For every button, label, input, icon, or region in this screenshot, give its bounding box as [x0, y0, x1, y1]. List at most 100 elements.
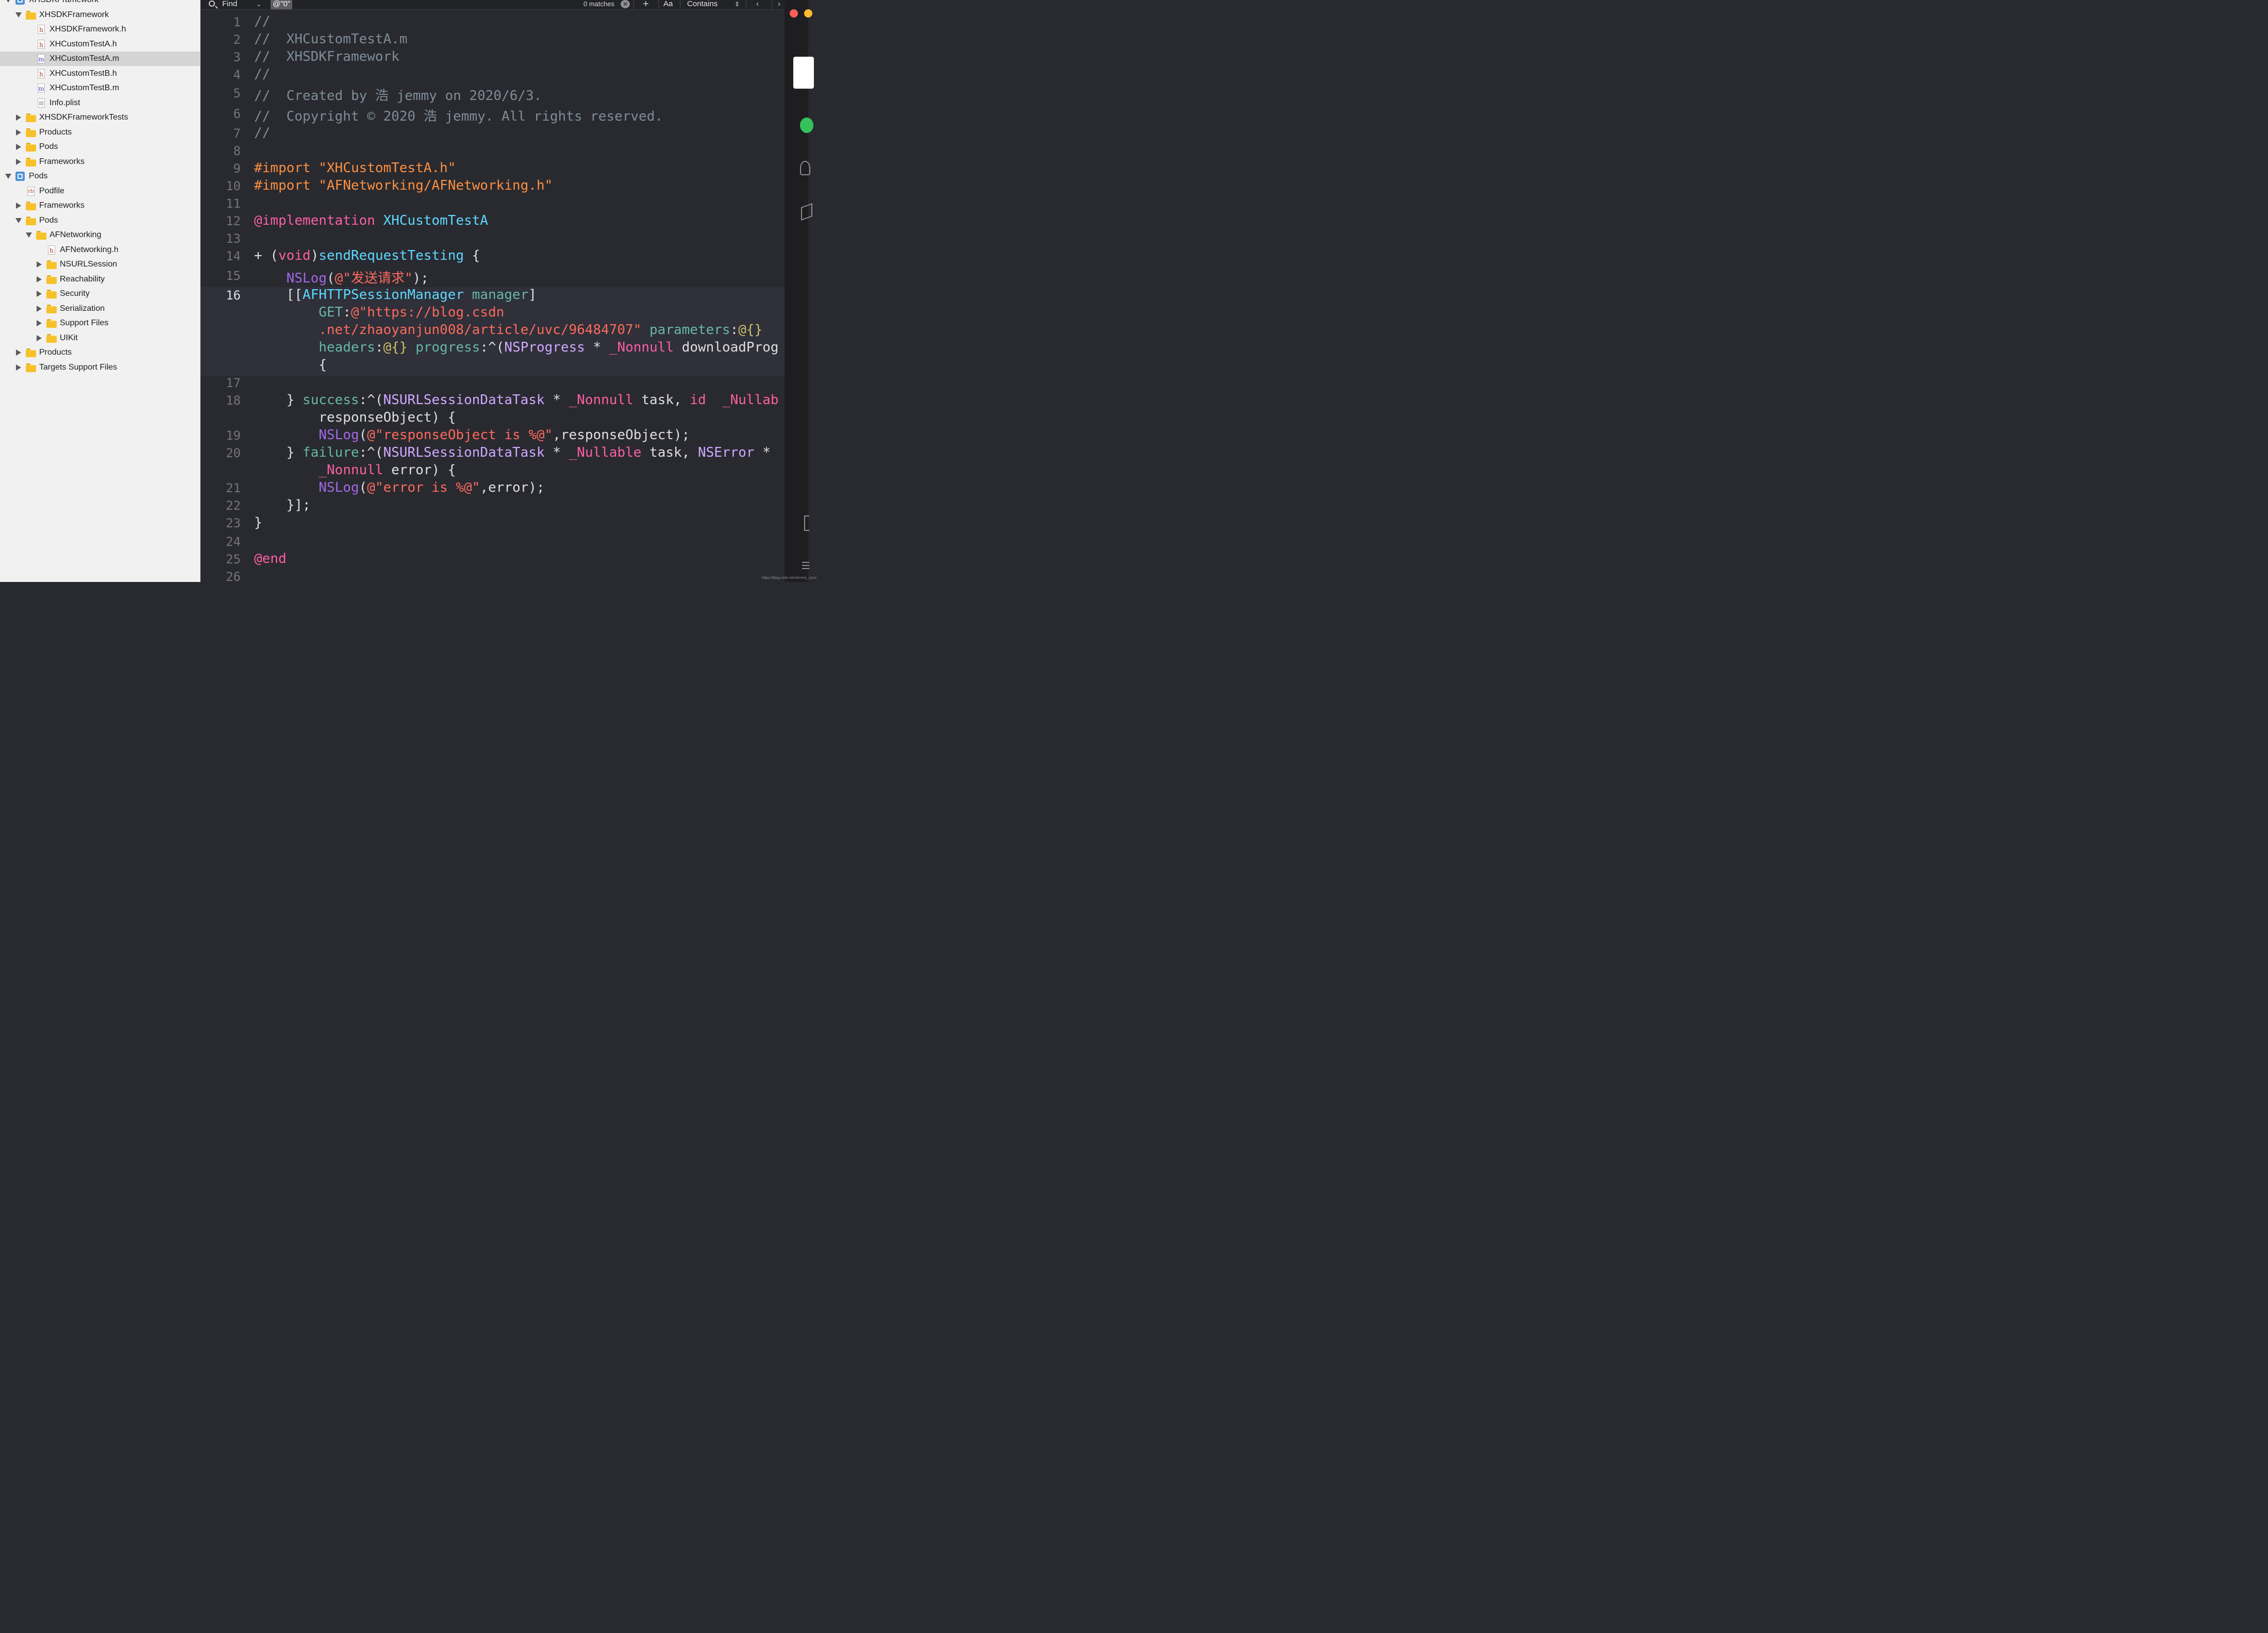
- code-line[interactable]: #import "AFNetworking/AFNetworking.h": [254, 178, 553, 193]
- code-line[interactable]: } success:^(NSURLSessionDataTask * _Nonn…: [254, 392, 779, 408]
- navigator-row[interactable]: h XHSDKFramework.h: [0, 22, 200, 37]
- navigator-row[interactable]: Support Files: [0, 316, 200, 330]
- navigator-row[interactable]: Pods: [0, 140, 200, 154]
- disclosure-open-icon[interactable]: [5, 173, 11, 179]
- code-token: @end: [254, 551, 287, 566]
- disclosure-closed-icon[interactable]: [15, 158, 22, 165]
- code-line[interactable]: @implementation XHCustomTestA: [254, 213, 488, 228]
- navigator-row[interactable]: h XHCustomTestA.h: [0, 37, 200, 52]
- code-line[interactable]: }: [254, 515, 262, 530]
- close-window-icon[interactable]: [790, 9, 798, 18]
- navigator-row[interactable]: Serialization: [0, 302, 200, 316]
- navigator-row[interactable]: Pods: [0, 169, 200, 184]
- code-line[interactable]: #import "XHCustomTestA.h": [254, 160, 456, 176]
- navigator-row[interactable]: AFNetworking: [0, 228, 200, 242]
- menu-icon[interactable]: [802, 562, 809, 563]
- code-token: AFHTTPSessionManager: [302, 287, 464, 303]
- code-line[interactable]: _Nonnull error) {: [254, 462, 456, 478]
- code-line[interactable]: NSLog(@"error is %@",error);: [254, 480, 544, 495]
- disclosure-closed-icon[interactable]: [36, 335, 42, 341]
- navigator-row[interactable]: Reachability: [0, 272, 200, 287]
- navigator-row[interactable]: m XHCustomTestA.m: [0, 52, 200, 66]
- match-mode-select[interactable]: Contains: [687, 0, 718, 9]
- chevron-right-icon[interactable]: ›: [778, 0, 780, 9]
- code-line[interactable]: @end: [254, 551, 287, 566]
- code-token: {: [254, 357, 327, 373]
- code-line[interactable]: // XHSDKFramework: [254, 49, 399, 64]
- code-line[interactable]: NSLog(@"responseObject is %@",responseOb…: [254, 427, 690, 443]
- disclosure-closed-icon[interactable]: [15, 203, 22, 209]
- case-sensitive-button[interactable]: Aa: [663, 0, 673, 9]
- search-icon[interactable]: [209, 1, 215, 7]
- disclosure-open-icon[interactable]: [5, 0, 11, 3]
- disclosure-closed-icon[interactable]: [15, 144, 22, 150]
- code-token: @"https://blog.csdn: [351, 305, 505, 320]
- navigator-row[interactable]: NSURLSession: [0, 257, 200, 272]
- updown-chevron-icon[interactable]: ⇕: [735, 0, 740, 9]
- code-line[interactable]: } failure:^(NSURLSessionDataTask * _Null…: [254, 445, 771, 460]
- disclosure-closed-icon[interactable]: [15, 114, 22, 121]
- code-line[interactable]: {: [254, 357, 327, 373]
- navigator-row[interactable]: rb Podfile: [0, 184, 200, 198]
- code-line[interactable]: //: [254, 66, 270, 82]
- chevron-down-icon[interactable]: ⌄: [256, 0, 261, 9]
- code-line[interactable]: headers:@{} progress:^(NSProgress * _Non…: [254, 340, 778, 355]
- code-line[interactable]: //: [254, 14, 270, 29]
- navigator-row[interactable]: XHSDKFramework: [0, 0, 200, 7]
- code-token: NSLog: [286, 271, 327, 286]
- navigator-row[interactable]: ▤ Info.plist: [0, 96, 200, 110]
- navigator-row[interactable]: Security: [0, 287, 200, 301]
- navigator-row[interactable]: XHSDKFramework: [0, 8, 200, 22]
- navigator-row[interactable]: h AFNetworking.h: [0, 243, 200, 257]
- navigator-row[interactable]: h XHCustomTestB.h: [0, 66, 200, 81]
- line-number: 15: [226, 269, 241, 283]
- navigator-row[interactable]: Frameworks: [0, 198, 200, 213]
- navigator-row[interactable]: Pods: [0, 213, 200, 228]
- folder-icon: [26, 363, 36, 372]
- code-line[interactable]: // Copyright © 2020 浩 jemmy. All rights …: [254, 106, 663, 125]
- navigator-row[interactable]: Products: [0, 345, 200, 360]
- disclosure-open-icon[interactable]: [15, 12, 22, 18]
- code-line[interactable]: NSLog(@"发送请求");: [254, 268, 429, 287]
- navigator-row[interactable]: Frameworks: [0, 155, 200, 169]
- code-line[interactable]: .net/zhaoyanjun008/article/uvc/96484707"…: [254, 322, 762, 338]
- disclosure-closed-icon[interactable]: [36, 276, 42, 282]
- code-line[interactable]: + (void)sendRequestTesting {: [254, 248, 480, 263]
- app-thumbnail-icon[interactable]: [793, 57, 814, 89]
- navigator-row[interactable]: Targets Support Files: [0, 360, 200, 375]
- code-line[interactable]: // XHCustomTestA.m: [254, 31, 407, 47]
- navigator-row[interactable]: Products: [0, 125, 200, 140]
- user-icon[interactable]: [800, 161, 810, 175]
- code-token: headers: [319, 340, 375, 355]
- code-line[interactable]: GET:@"https://blog.csdn: [254, 305, 504, 320]
- code-editor[interactable]: 1 // 2 // XHCustomTestA.m 3 // XHSDKFramework…: [201, 10, 785, 582]
- disclosure-closed-icon[interactable]: [15, 349, 22, 356]
- disclosure-open-icon[interactable]: [15, 218, 22, 224]
- navigator-row[interactable]: m XHCustomTestB.m: [0, 81, 200, 95]
- disclosure-closed-icon[interactable]: [36, 291, 42, 297]
- find-query-input[interactable]: @"0": [271, 0, 293, 9]
- disclosure-closed-icon[interactable]: [36, 261, 42, 268]
- disclosure-closed-icon[interactable]: [36, 320, 42, 326]
- cube-icon[interactable]: [801, 203, 812, 221]
- chevron-left-icon[interactable]: ‹: [756, 0, 759, 9]
- disclosure-closed-icon[interactable]: [36, 305, 42, 312]
- code-line[interactable]: [[AFHTTPSessionManager manager]: [254, 287, 537, 303]
- code-line[interactable]: }];: [254, 497, 311, 513]
- disclosure-closed-icon[interactable]: [15, 364, 22, 371]
- code-line[interactable]: //: [254, 125, 270, 141]
- chat-icon[interactable]: [800, 118, 813, 133]
- code-line[interactable]: // Created by 浩 jemmy on 2020/6/3.: [254, 85, 542, 104]
- line-number: 17: [226, 376, 241, 390]
- disclosure-closed-icon[interactable]: [15, 129, 22, 136]
- disclosure-open-icon[interactable]: [26, 232, 32, 238]
- code-token: _Nonnull: [569, 392, 633, 408]
- navigator-row[interactable]: UIKit: [0, 331, 200, 345]
- code-line[interactable]: responseObject) {: [254, 410, 456, 425]
- find-mode-button[interactable]: Find: [222, 0, 237, 9]
- clear-icon[interactable]: ✕: [621, 0, 630, 8]
- bracket-icon[interactable]: [804, 515, 809, 531]
- navigator-row[interactable]: XHSDKFrameworkTests: [0, 110, 200, 125]
- minimize-window-icon[interactable]: [804, 9, 812, 18]
- add-icon[interactable]: +: [643, 0, 649, 9]
